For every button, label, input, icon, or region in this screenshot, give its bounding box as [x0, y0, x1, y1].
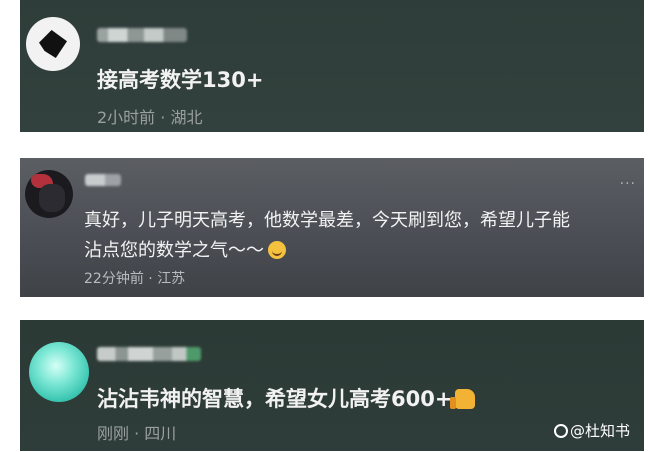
comment-card-1: 接高考数学130+ 2小时前 · 湖北: [20, 0, 644, 132]
comment-meta: 22分钟前 · 江苏: [84, 268, 185, 288]
comment-location: 江苏: [157, 271, 186, 287]
comment-text-row: 沾沾韦神的智慧，希望女儿高考600+: [97, 383, 476, 413]
meta-separator: ·: [148, 271, 153, 287]
blurred-username[interactable]: [97, 347, 201, 361]
avatar[interactable]: [26, 17, 80, 71]
comment-location: 四川: [144, 424, 177, 443]
avatar-face: [39, 184, 65, 212]
more-options-icon[interactable]: ···: [620, 176, 636, 192]
avatar[interactable]: [25, 170, 73, 218]
comment-text: 接高考数学130+: [97, 68, 264, 92]
blurred-username[interactable]: [85, 174, 121, 186]
avatar[interactable]: [29, 342, 89, 402]
meta-separator: ·: [160, 108, 166, 127]
comment-time: 22分钟前: [84, 271, 144, 287]
comment-text: 沾点您的数学之气～～: [84, 240, 264, 261]
comment-text: 沾沾韦神的智慧，希望女儿高考600+: [97, 387, 453, 411]
comment-meta: 2小时前 · 湖北: [97, 104, 202, 128]
watermark-text: @杜知书: [569, 422, 630, 440]
comment-card-3: 沾沾韦神的智慧，希望女儿高考600+ 刚刚 · 四川: [20, 320, 644, 451]
comment-meta: 刚刚 · 四川: [97, 420, 176, 444]
watermark: @杜知书: [553, 420, 630, 441]
avatar-image: [39, 30, 67, 58]
comment-text-line-1: 真好，儿子明天高考，他数学最差，今天刷到您，希望儿子能: [84, 210, 570, 231]
thumbs-up-emoji-icon: [450, 389, 476, 409]
meta-separator: ·: [134, 424, 140, 443]
comment-location: 湖北: [170, 108, 203, 127]
comment-time: 刚刚: [97, 424, 130, 443]
comment-card-2: ··· 真好，儿子明天高考，他数学最差，今天刷到您，希望儿子能 沾点您的数学之气…: [20, 158, 644, 297]
platform-logo-icon: [553, 424, 568, 438]
comment-text-line-2: 沾点您的数学之气～～: [84, 236, 286, 262]
comment-time: 2小时前: [97, 108, 156, 127]
blurred-username[interactable]: [97, 28, 187, 42]
smile-emoji-icon: [268, 241, 286, 259]
